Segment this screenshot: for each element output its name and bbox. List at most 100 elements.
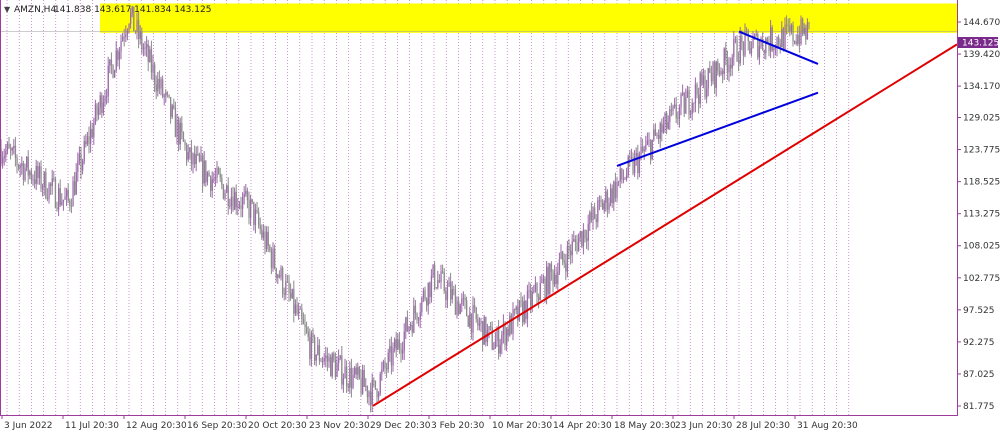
price-tick-label: 102.775: [963, 274, 1000, 284]
candle-body: [650, 140, 652, 160]
candle-body: [184, 141, 186, 145]
candle-body: [206, 172, 209, 183]
candle-body: [162, 79, 164, 97]
candle-body: [771, 27, 773, 51]
candle-body: [659, 123, 661, 139]
candle-body: [571, 241, 573, 256]
candle-body: [42, 187, 44, 189]
candle-body: [360, 378, 362, 394]
candle-body: [459, 304, 461, 314]
candle-body: [342, 378, 345, 385]
candle-body: [674, 104, 676, 106]
candle-body: [693, 102, 695, 104]
candle-body: [307, 331, 309, 337]
candle-body: [645, 144, 647, 150]
candle-body: [277, 274, 279, 278]
candle-body: [134, 31, 137, 32]
candle-body: [610, 188, 612, 204]
candle-body: [499, 344, 501, 354]
candle-body: [448, 282, 450, 287]
candle-body: [691, 102, 693, 114]
candle-body: [426, 299, 428, 306]
candle-body: [22, 163, 25, 180]
candle-body: [296, 304, 298, 314]
candle-body: [43, 172, 45, 188]
candle-body: [414, 305, 417, 314]
candle-body: [358, 367, 361, 378]
candle-body: [685, 97, 687, 114]
candle-body: [102, 102, 105, 113]
candle-body: [115, 50, 117, 71]
candle-body: [467, 316, 469, 327]
candle-body: [259, 224, 261, 230]
candle-body: [661, 123, 663, 133]
candle-body: [670, 109, 673, 111]
candle-body: [470, 313, 473, 333]
candle-body: [250, 199, 252, 218]
candle-body: [291, 289, 293, 298]
candle-body: [141, 31, 143, 50]
candle-body: [517, 306, 519, 321]
price-tick-label: 123.775: [963, 146, 1000, 156]
candle-body: [400, 348, 402, 354]
candle-body: [194, 153, 196, 165]
candle-body: [154, 64, 156, 85]
candle-body: [466, 300, 468, 317]
candle-body: [654, 129, 657, 136]
candle-body: [182, 132, 185, 142]
candle-body: [720, 71, 722, 75]
candle-body: [538, 297, 540, 300]
candle-body: [35, 166, 37, 184]
candle-body: [667, 122, 669, 129]
ohlc-values: 141.838 143.617 141.834 143.125: [54, 5, 211, 15]
candle-body: [344, 366, 346, 379]
candle-body: [446, 286, 449, 301]
candle-body: [278, 274, 281, 278]
candle-body: [128, 23, 130, 31]
candle-body: [798, 34, 801, 44]
candle-body: [197, 154, 199, 155]
candle-body: [800, 18, 802, 44]
candle-body: [707, 68, 709, 89]
candle-body: [56, 207, 58, 210]
candle-body: [435, 287, 437, 289]
candle-body: [6, 143, 9, 151]
price-tick-label: 129.025: [963, 114, 1000, 124]
candle-body: [275, 268, 277, 278]
candle-body: [139, 31, 141, 39]
candle-body: [498, 328, 500, 354]
candle-body: [379, 374, 381, 394]
candle-body: [318, 345, 321, 361]
candle-body: [317, 345, 319, 355]
candle-body: [254, 209, 257, 225]
candle-body: [285, 281, 287, 295]
candle-body: [227, 185, 229, 207]
price-tick-label: 118.525: [963, 178, 1000, 188]
time-tick-label: 3 Feb 20:30: [431, 421, 485, 431]
candle-body: [458, 301, 460, 314]
candle-body: [616, 181, 618, 198]
candle-body: [51, 178, 53, 186]
candle-body: [482, 321, 484, 345]
candle-body: [245, 190, 247, 194]
candle-body: [282, 267, 284, 294]
candle-body: [251, 199, 253, 202]
candle-body: [554, 274, 556, 285]
candle-body: [531, 292, 533, 306]
candle-body: [432, 264, 434, 276]
candle-body: [555, 274, 557, 284]
symbol-label: AMZN,H4: [14, 5, 56, 15]
candle-body: [757, 33, 759, 58]
candle-body: [595, 218, 597, 223]
price-chart[interactable]: 144.670 139.420 134.170 129.025 123.775 118.5…: [0, 0, 1000, 433]
candle-body: [38, 166, 41, 178]
candle-body: [339, 355, 341, 359]
candle-body: [715, 61, 717, 88]
candle-body: [746, 31, 748, 33]
candle-body: [419, 312, 421, 320]
resistance-zone[interactable]: [100, 3, 957, 33]
candle-body: [731, 57, 733, 69]
candle-body: [669, 109, 671, 123]
candle-body: [664, 113, 666, 125]
candle-body: [64, 196, 66, 200]
